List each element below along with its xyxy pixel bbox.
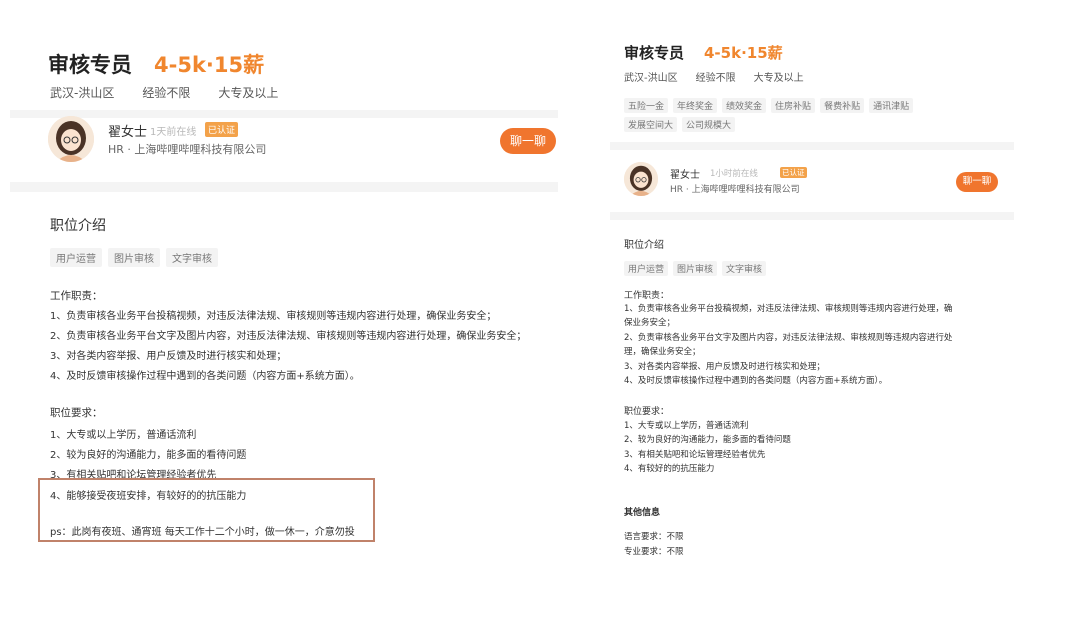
hr-online-status: 1小时前在线 bbox=[710, 169, 758, 179]
avatar-illustration bbox=[624, 162, 658, 196]
benefit-tag: 年终奖金 bbox=[673, 98, 718, 113]
chat-button[interactable]: 聊一聊 bbox=[500, 128, 556, 154]
benefit-tags-row1: 五险一金 年终奖金 绩效奖金 住房补贴 餐费补贴 通讯津贴 bbox=[624, 98, 914, 113]
chat-button[interactable]: 聊一聊 bbox=[956, 172, 998, 192]
tag: 文字审核 bbox=[722, 261, 767, 276]
duty-line: 2、负责审核各业务平台文字及图片内容，对违反法律法规、审核规则等违规内容进行处 bbox=[624, 333, 953, 343]
benefit-tag: 五险一金 bbox=[624, 98, 669, 113]
job-meta: 武汉-洪山区 经验不限 大专及以上 bbox=[624, 69, 804, 84]
location: 武汉-洪山区 bbox=[50, 86, 115, 100]
job-meta: 武汉-洪山区 经验不限 大专及以上 bbox=[50, 84, 278, 101]
salary: 4-5k·15薪 bbox=[704, 44, 783, 62]
skill-tags: 用户运营 图片审核 文字审核 bbox=[624, 261, 767, 276]
duty-line: 3、对各类内容举报、用户反馈及时进行核实和处理； bbox=[624, 362, 825, 372]
tag: 图片审核 bbox=[108, 248, 160, 267]
tag: 用户运营 bbox=[624, 261, 669, 276]
benefit-tag: 餐费补贴 bbox=[820, 98, 865, 113]
duties-title: 工作职责： bbox=[50, 290, 103, 302]
requirements-title: 职位要求： bbox=[624, 407, 670, 417]
avatar-illustration bbox=[48, 116, 94, 162]
education: 大专及以上 bbox=[753, 73, 804, 84]
divider bbox=[610, 212, 1014, 220]
benefit-tag: 绩效奖金 bbox=[722, 98, 767, 113]
benefit-tag: 发展空间大 bbox=[624, 117, 678, 132]
other-info-title: 其他信息 bbox=[624, 508, 661, 518]
requirement-line: 4、能够接受夜班安排，有较好的的抗压能力 bbox=[50, 491, 247, 502]
section-title: 职位介绍 bbox=[624, 240, 664, 251]
requirement-line: 2、较为良好的沟通能力，能多面的看待问题 bbox=[624, 435, 791, 445]
hr-company: HR · 上海哔哩哔哩科技有限公司 bbox=[108, 143, 267, 156]
requirement-line: 3、有相关贴吧和论坛管理经验者优先 bbox=[624, 450, 766, 460]
divider bbox=[610, 142, 1014, 150]
other-info-line: 专业要求：不限 bbox=[624, 547, 684, 557]
job-title: 审核专员 bbox=[624, 44, 685, 62]
requirement-line: 2、较为良好的沟通能力，能多面的看待问题 bbox=[50, 450, 247, 461]
hr-name: 翟女士 bbox=[670, 170, 700, 181]
avatar[interactable] bbox=[48, 116, 94, 162]
tag: 文字审核 bbox=[166, 248, 218, 267]
benefit-tag: 通讯津贴 bbox=[869, 98, 914, 113]
duty-line: 1、负责审核各业务平台投稿视频，对违反法律法规、审核规则等违规内容进行处理，确保… bbox=[50, 311, 497, 322]
other-info-line: 语言要求：不限 bbox=[624, 532, 684, 542]
ps-note: ps：此岗有夜班、通宵班 每天工作十二个小时，做一休一，介意勿投 bbox=[50, 527, 355, 538]
hr-company: HR · 上海哔哩哔哩科技有限公司 bbox=[670, 185, 800, 195]
benefit-tag: 公司规模大 bbox=[682, 117, 736, 132]
verified-badge: 已认证 bbox=[780, 167, 807, 178]
hr-name: 翟女士 bbox=[108, 125, 148, 140]
left-screenshot: 审核专员 4-5k·15薪 武汉-洪山区 经验不限 大专及以上 翟女士 1天前在… bbox=[0, 0, 570, 600]
benefit-tag: 住房补贴 bbox=[771, 98, 816, 113]
benefit-tags-row2: 发展空间大 公司规模大 bbox=[624, 117, 736, 132]
duties-title: 工作职责： bbox=[624, 291, 670, 301]
tag: 用户运营 bbox=[50, 248, 102, 267]
duty-line: 保业务安全； bbox=[624, 318, 676, 328]
duty-line: 理，确保业务安全； bbox=[624, 347, 701, 357]
education: 大专及以上 bbox=[218, 86, 279, 100]
requirement-line: 4、有较好的的抗压能力 bbox=[624, 464, 715, 474]
location: 武汉-洪山区 bbox=[624, 73, 678, 84]
experience: 经验不限 bbox=[695, 73, 736, 84]
avatar[interactable] bbox=[624, 162, 658, 196]
hr-online-status: 1天前在线 bbox=[150, 127, 197, 138]
divider bbox=[10, 182, 558, 192]
requirement-line: 1、大专或以上学历，普通话流利 bbox=[624, 421, 749, 431]
duty-line: 4、及时反馈审核操作过程中遇到的各类问题（内容方面+系统方面）。 bbox=[50, 371, 360, 382]
section-title: 职位介绍 bbox=[50, 218, 106, 234]
requirements-title: 职位要求： bbox=[50, 407, 103, 419]
duty-line: 2、负责审核各业务平台文字及图片内容，对违反法律法规、审核规则等违规内容进行处理… bbox=[50, 331, 527, 342]
experience: 经验不限 bbox=[142, 86, 191, 100]
divider bbox=[10, 110, 558, 118]
job-title: 审核专员 bbox=[48, 53, 132, 77]
verified-badge: 已认证 bbox=[205, 122, 239, 137]
salary: 4-5k·15薪 bbox=[154, 53, 265, 77]
requirement-line: 1、大专或以上学历，普通话流利 bbox=[50, 430, 197, 441]
tag: 图片审核 bbox=[673, 261, 718, 276]
duty-line: 4、及时反馈审核操作过程中遇到的各类问题（内容方面+系统方面）。 bbox=[624, 376, 888, 386]
right-screenshot: 审核专员 4-5k·15薪 武汉-洪山区 经验不限 大专及以上 五险一金 年终奖… bbox=[596, 0, 1080, 622]
duty-line: 3、对各类内容举报、用户反馈及时进行核实和处理； bbox=[50, 351, 287, 362]
duty-line: 1、负责审核各业务平台投稿视频，对违反法律法规、审核规则等违规内容进行处理，确 bbox=[624, 304, 953, 314]
skill-tags: 用户运营 图片审核 文字审核 bbox=[50, 248, 218, 267]
